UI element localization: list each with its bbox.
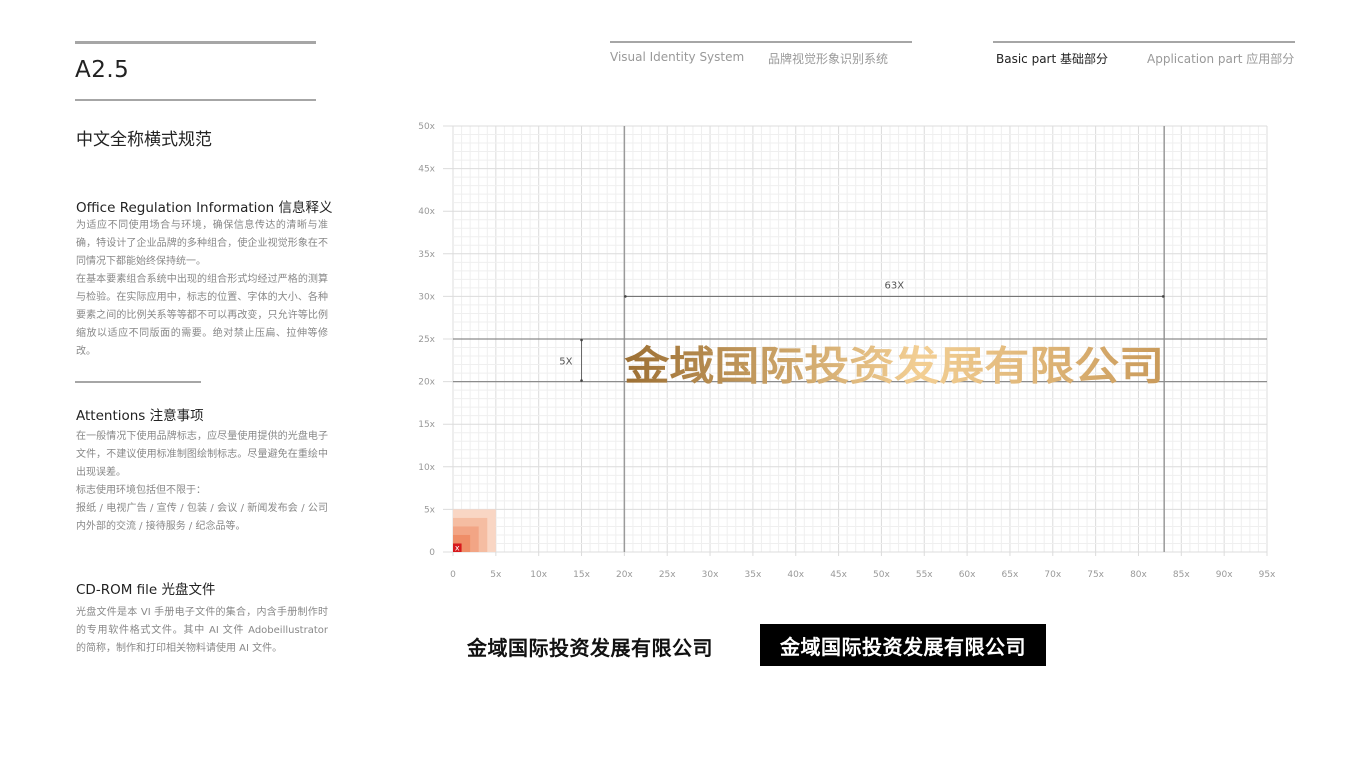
section-text-cdrom: 光盘文件是本 VI 手册电子文件的集合，内含手册制作时的专用软件格式文件。其中 … [76, 604, 328, 658]
y-tick-label: 50x [418, 122, 435, 132]
paragraph: 报纸 / 电视广告 / 宣传 / 包装 / 会议 / 新闻发布会 / 公司内外部… [76, 503, 328, 532]
logo-wordmark-black: 金域国际投资发展有限公司 [467, 636, 713, 660]
x-tick-label: 25x [659, 570, 676, 580]
dimension-label: 63X [884, 280, 904, 291]
x-tick-label: 5x [490, 570, 502, 580]
y-tick-label: 15x [418, 420, 435, 430]
x-tick-label: 90x [1216, 570, 1233, 580]
x-tick-label: 15x [573, 570, 590, 580]
x-tick-label: 65x [1002, 570, 1019, 580]
x-tick-label: 80x [1130, 570, 1147, 580]
scale-square [453, 534, 471, 552]
logo-wordmark-inverted: 金域国际投资发展有限公司 [760, 624, 1046, 666]
x-tick-label: 30x [702, 570, 719, 580]
x-tick-label: 45x [830, 570, 847, 580]
page-code: A2.5 [75, 57, 130, 83]
y-tick-label: 5x [424, 505, 436, 515]
section-text-attentions: 在一般情况下使用品牌标志，应尽量使用提供的光盘电子文件，不建议使用标准制图绘制标… [76, 428, 328, 536]
code-underline [75, 99, 316, 101]
unit-marker-label: x [455, 544, 460, 553]
x-tick-label: 40x [787, 570, 804, 580]
page-title: 中文全称横式规范 [76, 130, 212, 150]
vis-label-en: Visual Identity System [610, 50, 745, 64]
header-rule-vis [610, 41, 912, 43]
logo-wordmark-inverted-text: 金域国际投资发展有限公司 [780, 634, 1026, 659]
paragraph: 光盘文件是本 VI 手册电子文件的集合，内含手册制作时的专用软件格式文件。其中 … [76, 607, 328, 654]
section-heading-attentions: Attentions 注意事项 [76, 408, 204, 424]
y-tick-label: 10x [418, 463, 435, 473]
top-rule-left [75, 41, 316, 44]
section-heading-info: Office Regulation Information 信息释义 [76, 200, 333, 216]
x-tick-label: 75x [1087, 570, 1104, 580]
y-tick-label: 40x [418, 207, 435, 217]
paragraph: 为适应不同使用场合与环境，确保信息传达的清晰与准确，特设计了企业品牌的多种组合，… [76, 220, 328, 267]
x-tick-label: 10x [530, 570, 547, 580]
dimension-arrow [580, 379, 583, 382]
scale-square [453, 526, 479, 552]
x-tick-label: 0 [450, 570, 456, 580]
y-tick-label: 0 [429, 548, 435, 558]
section-text-info: 为适应不同使用场合与环境，确保信息传达的清晰与准确，特设计了企业品牌的多种组合，… [76, 217, 328, 361]
y-tick-label: 35x [418, 250, 435, 260]
nav-application-part[interactable]: Application part 应用部分 [1147, 50, 1294, 67]
logo-wordmark-gradient: 金域国际投资发展有限公司 [623, 344, 1164, 390]
paragraph: 在一般情况下使用品牌标志，应尽量使用提供的光盘电子文件，不建议使用标准制图绘制标… [76, 431, 328, 478]
paragraph: 标志使用环境包括但不限于： [76, 485, 206, 496]
x-tick-label: 20x [616, 570, 633, 580]
section-heading-cdrom: CD-ROM file 光盘文件 [76, 582, 216, 598]
x-tick-label: 70x [1044, 570, 1061, 580]
y-tick-label: 30x [418, 292, 435, 302]
unit-marker [453, 543, 462, 552]
nav-basic-part[interactable]: Basic part 基础部分 [996, 50, 1108, 67]
y-tick-label: 25x [418, 335, 435, 345]
dimension-arrow [580, 338, 583, 342]
y-tick-label: 20x [418, 378, 435, 388]
vis-label-cn: 品牌视觉形象识别系统 [768, 52, 889, 66]
x-tick-label: 95x [1259, 570, 1276, 580]
dimension-label: 5X [559, 356, 572, 367]
x-tick-label: 50x [873, 570, 890, 580]
x-tick-label: 60x [959, 570, 976, 580]
section-divider [75, 381, 201, 383]
header-rule-parts [993, 41, 1295, 43]
dimension-arrow [624, 295, 627, 298]
x-tick-label: 35x [745, 570, 762, 580]
scale-square [453, 517, 488, 552]
paragraph: 在基本要素组合系统中出现的组合形式均经过严格的测算与检验。在实际应用中，标志的位… [76, 274, 328, 357]
scale-square [453, 509, 496, 552]
y-tick-label: 45x [418, 165, 435, 175]
x-tick-label: 55x [916, 570, 933, 580]
x-tick-label: 85x [1173, 570, 1190, 580]
dimension-arrow [1161, 295, 1165, 298]
